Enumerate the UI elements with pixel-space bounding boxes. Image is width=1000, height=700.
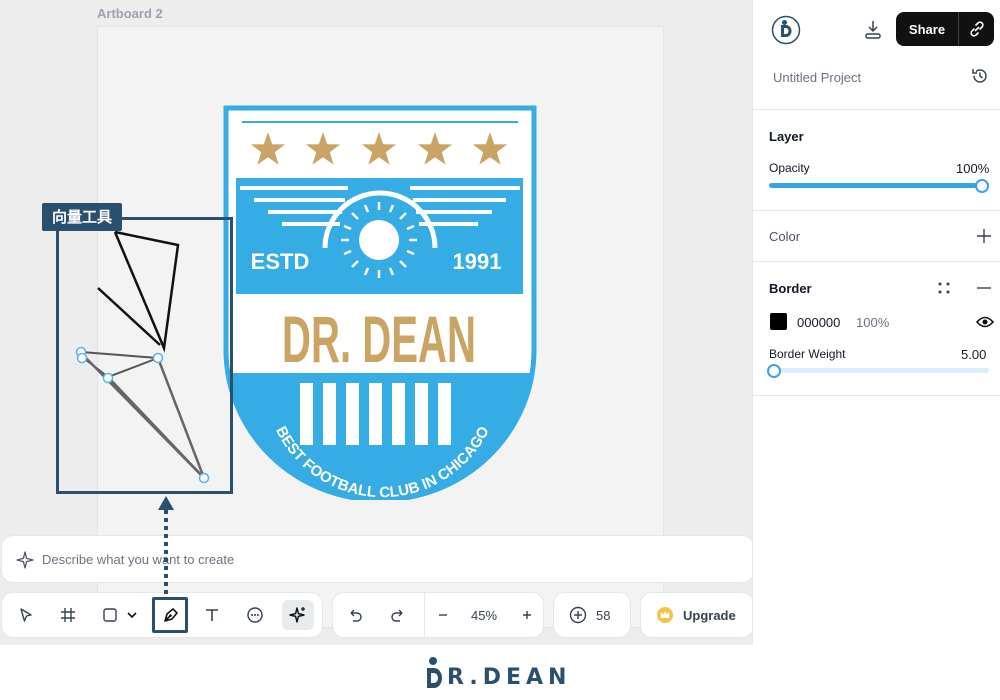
text-icon — [206, 609, 218, 621]
shape-dropdown-button[interactable] — [122, 600, 142, 630]
dr-dean-logo-mark — [427, 657, 442, 688]
redo-icon — [391, 609, 403, 622]
border-color-opacity[interactable]: 100% — [856, 315, 889, 330]
border-color-swatch[interactable] — [770, 313, 787, 330]
share-button[interactable]: Share — [896, 12, 958, 46]
redo-button[interactable] — [382, 600, 414, 630]
undo-button[interactable] — [339, 600, 371, 630]
share-group: Share — [896, 12, 994, 46]
border-weight-slider-thumb[interactable] — [767, 364, 781, 378]
prompt-input[interactable]: Describe what you want to create — [42, 552, 234, 567]
callout-arrow — [158, 496, 174, 596]
callout-highlight-box — [56, 217, 233, 494]
opacity-label: Opacity — [769, 161, 810, 175]
crown-icon — [657, 607, 673, 623]
border-weight-label: Border Weight — [769, 347, 846, 361]
footer-logo-text: R.DEAN — [447, 665, 572, 690]
remove-border-icon[interactable] — [976, 280, 992, 296]
toolbar-divider — [424, 593, 425, 637]
zoom-toolbar: 45% — [332, 592, 544, 638]
plus-icon — [523, 611, 531, 619]
layer-section-title: Layer — [769, 129, 804, 144]
upgrade-label: Upgrade — [683, 608, 736, 623]
frame-tool-button[interactable] — [52, 600, 84, 630]
chevron-down-icon — [127, 612, 137, 619]
border-color-hex[interactable]: 000000 — [797, 315, 840, 330]
panel-divider — [753, 109, 1000, 110]
zoom-out-button[interactable] — [427, 600, 459, 630]
rectangle-icon — [103, 608, 117, 622]
credits-button[interactable]: 58 — [553, 592, 631, 638]
project-name[interactable]: Untitled Project — [773, 70, 861, 85]
zoom-in-button[interactable] — [511, 600, 543, 630]
app-logo[interactable] — [771, 15, 801, 45]
canvas-area[interactable]: Artboard 2 ESTD 1991 DR. DEAN BEST FOOTB… — [0, 0, 752, 645]
ai-sparkle-icon — [289, 607, 305, 623]
history-icon[interactable] — [970, 66, 990, 86]
link-icon — [969, 21, 984, 37]
color-section-title: Color — [769, 229, 801, 244]
minus-icon — [439, 614, 447, 616]
opacity-slider[interactable] — [769, 183, 989, 188]
download-icon[interactable] — [864, 19, 882, 39]
panel-divider — [753, 261, 1000, 262]
copy-link-button[interactable] — [959, 12, 994, 46]
add-color-icon[interactable] — [976, 228, 992, 244]
border-section-title: Border — [769, 281, 812, 296]
opacity-value[interactable]: 100% — [956, 161, 989, 176]
undo-icon — [350, 609, 362, 622]
pen-tool-highlight — [152, 597, 188, 633]
sparkle-icon — [16, 551, 34, 569]
comment-icon — [247, 607, 263, 623]
upgrade-button[interactable]: Upgrade — [640, 592, 752, 638]
border-weight-value[interactable]: 5.00 — [961, 347, 986, 362]
callout-label: 向量工具 — [42, 203, 123, 231]
add-credits-icon — [569, 606, 587, 624]
properties-panel: Share Untitled Project Layer Opacity 100… — [752, 0, 1000, 645]
pointer-icon — [20, 608, 32, 622]
panel-divider — [753, 395, 1000, 396]
prompt-bar[interactable]: Describe what you want to create — [1, 535, 752, 583]
pointer-tool-button[interactable] — [10, 600, 42, 630]
opacity-slider-thumb[interactable] — [975, 179, 989, 193]
frame-icon — [61, 608, 75, 622]
zoom-level[interactable]: 45% — [471, 608, 497, 623]
text-tool-button[interactable] — [196, 600, 228, 630]
comment-tool-button[interactable] — [239, 600, 271, 630]
credits-count: 58 — [596, 608, 611, 623]
border-style-icon[interactable] — [937, 281, 951, 295]
ai-tool-button[interactable] — [282, 600, 314, 630]
panel-divider — [753, 210, 1000, 211]
border-weight-slider[interactable] — [769, 368, 989, 373]
eye-icon[interactable] — [976, 315, 994, 329]
